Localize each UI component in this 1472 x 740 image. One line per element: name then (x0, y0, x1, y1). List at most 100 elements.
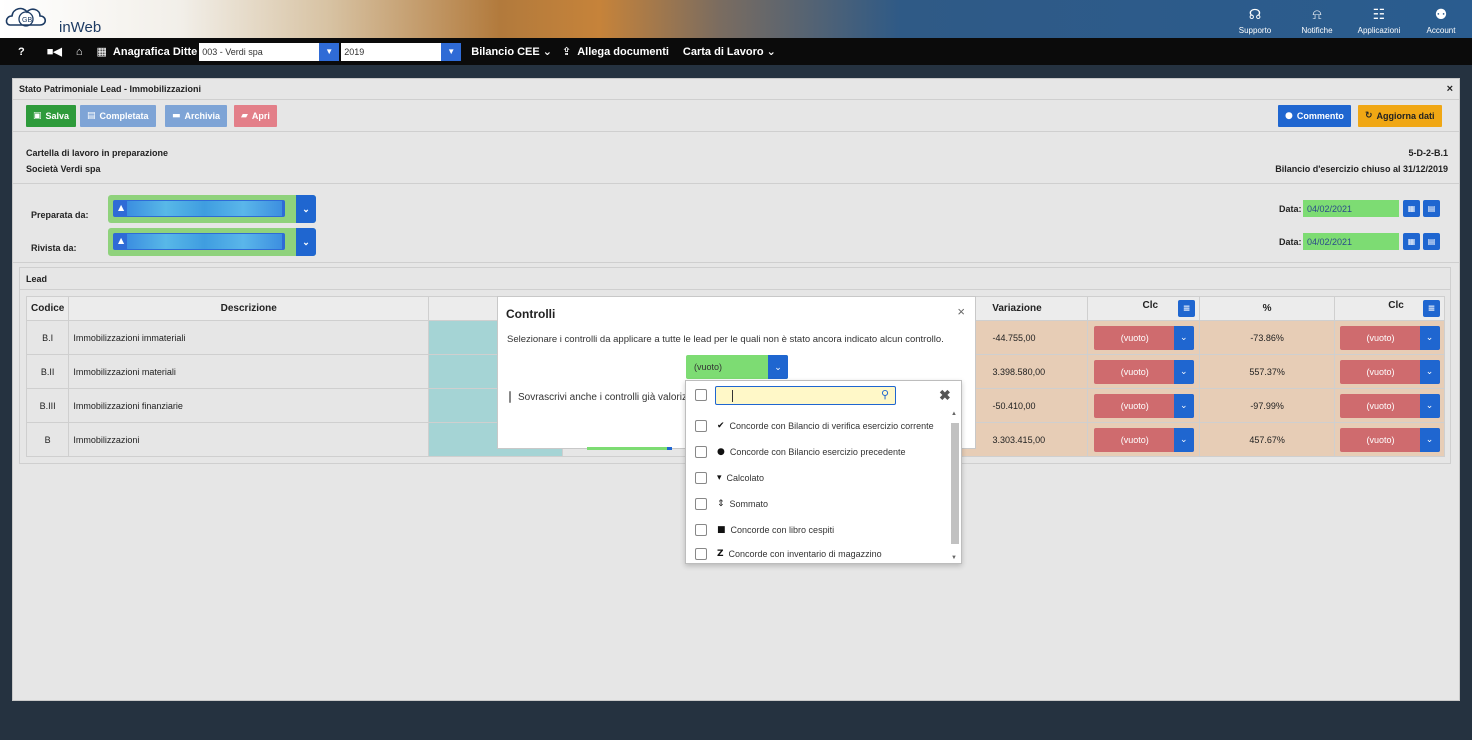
completata-button[interactable]: ▤ Completata (80, 105, 156, 127)
option-checkbox[interactable] (695, 548, 707, 560)
calendar-icon[interactable]: ▦ (1403, 200, 1420, 217)
notifications-button[interactable]: ⍾ Notifiche (1286, 0, 1348, 38)
option-checkbox[interactable] (695, 498, 707, 510)
dropdown-option[interactable]: Z Concorde con inventario di magazzino (686, 543, 948, 565)
scroll-down-icon[interactable]: ▼ (951, 555, 957, 561)
clc2-value: (vuoto) (1366, 400, 1395, 411)
close-icon[interactable]: × (1447, 83, 1453, 95)
dropdown-option[interactable]: ✔ Concorde con Bilancio di verifica eserc… (686, 413, 948, 439)
clc-select[interactable]: (vuoto) ⌄ (1093, 393, 1194, 418)
completata-label: Completata (99, 111, 149, 121)
archivia-button[interactable]: ▬ Archivia (165, 105, 228, 127)
chevron-down-icon[interactable]: ⌄ (1173, 325, 1194, 350)
list-icon[interactable]: ≡ (1178, 300, 1196, 317)
company-select[interactable]: 003 - Verdi spa ▼ (199, 42, 340, 61)
apri-button[interactable]: ▰ Apri (234, 105, 277, 127)
controls-select-value: (vuoto) (694, 362, 723, 372)
clear-icon[interactable]: ✖ (939, 387, 951, 404)
modal-close-icon[interactable]: × (957, 304, 965, 319)
row-code: B.II (25, 354, 70, 389)
chevron-down-icon[interactable]: ⌄ (1419, 393, 1440, 418)
dropdown-option[interactable]: ▾ Calcolato (686, 465, 948, 491)
overwrite-checkbox[interactable] (509, 391, 511, 403)
row-pct: 457.67% (1199, 422, 1335, 457)
background-fragment (667, 447, 672, 450)
chevron-down-icon[interactable]: ⌄ (1173, 393, 1194, 418)
chevron-down-icon[interactable]: ▼ (319, 42, 340, 61)
prepared-select[interactable]: ▲ ⌄ (108, 195, 316, 223)
doc-code: 5-D-2-B.1 (1408, 148, 1448, 158)
dropdown-scrollbar[interactable]: ▲ ▼ (950, 411, 959, 561)
clc-select[interactable]: (vuoto) ⌄ (1093, 427, 1194, 452)
panel-header: Stato Patrimoniale Lead - Immobilizzazio… (13, 79, 1459, 100)
save-label: Salva (45, 111, 70, 121)
chevron-down-icon[interactable]: ⌄ (1419, 325, 1440, 350)
prepared-date-input[interactable]: 04/02/2021 (1303, 200, 1399, 217)
calendar-today-icon[interactable]: ▤ (1423, 200, 1440, 217)
col-clc-label: Clc (1142, 300, 1159, 311)
clc-select[interactable]: (vuoto) ⌄ (1093, 359, 1194, 384)
footer-area (0, 710, 1472, 740)
chevron-down-icon[interactable]: ⌄ (1173, 427, 1194, 452)
clc2-select[interactable]: (vuoto) ⌄ (1339, 359, 1440, 384)
chevron-down-icon[interactable]: ⌄ (1419, 359, 1440, 384)
aggiorna-button[interactable]: ↻ Aggiorna dati (1358, 105, 1442, 127)
overwrite-option[interactable]: Sovrascrivi anche i controlli già valori… (509, 391, 695, 403)
calendar-icon[interactable]: ▦ (1403, 233, 1420, 250)
notifications-label: Notifiche (1301, 26, 1333, 35)
modal-description: Selezionare i controlli da applicare a t… (507, 334, 944, 345)
row-desc: Immobilizzazioni materiali (68, 354, 430, 389)
option-checkbox[interactable] (695, 446, 707, 458)
dropdown-option[interactable]: ■ Concorde con libro cespiti (686, 517, 948, 543)
dropdown-search-input[interactable]: ⚲ (715, 386, 896, 405)
chevron-down-icon[interactable]: ⌄ (768, 355, 788, 379)
scroll-up-icon[interactable]: ▲ (951, 411, 957, 417)
reviewed-date-input[interactable]: 04/02/2021 (1303, 233, 1399, 250)
clc2-select[interactable]: (vuoto) ⌄ (1339, 427, 1440, 452)
list-icon[interactable]: ≡ (1423, 300, 1440, 317)
support-button[interactable]: ☊ Supporto (1224, 0, 1286, 38)
chevron-down-icon[interactable]: ⌄ (1173, 359, 1194, 384)
allega-label: Allega documenti (577, 45, 669, 58)
save-button[interactable]: ▣ Salva (26, 105, 77, 127)
scrollbar-thumb[interactable] (951, 423, 959, 544)
chevron-down-icon[interactable]: ⌄ (1419, 427, 1440, 452)
dropdown-option[interactable]: ● Concorde con Bilancio esercizio precede… (686, 439, 948, 465)
clc2-select[interactable]: (vuoto) ⌄ (1339, 325, 1440, 350)
option-checkbox[interactable] (695, 472, 707, 484)
chevron-down-icon[interactable]: ⌄ (296, 195, 316, 223)
clc-select[interactable]: (vuoto) ⌄ (1093, 325, 1194, 350)
row-clc2-cell: (vuoto) ⌄ (1334, 354, 1445, 389)
help-label: ? (18, 45, 25, 58)
row-clc-cell: (vuoto) ⌄ (1087, 320, 1201, 355)
dropdown-option[interactable]: ⇕ Sommato (686, 491, 948, 517)
chevron-down-icon[interactable]: ▼ (441, 42, 462, 61)
carta-menu[interactable]: Carta di Lavoro ⌄ (683, 45, 776, 58)
account-button[interactable]: ⚉ Account (1410, 0, 1472, 38)
year-select[interactable]: 2019 ▼ (341, 42, 462, 61)
apps-button[interactable]: ☷ Applicazioni (1348, 0, 1410, 38)
allega-menu[interactable]: ⇪ Allega documenti (562, 45, 669, 58)
reviewed-select[interactable]: ▲ ⌄ (108, 228, 316, 256)
option-checkbox[interactable] (695, 524, 707, 536)
option-checkbox[interactable] (695, 420, 707, 432)
apps-label: Applicazioni (1357, 26, 1401, 35)
bilancio-menu[interactable]: Bilancio CEE ⌄ (471, 45, 552, 58)
col-percent: % (1199, 296, 1335, 321)
calendar-today-icon[interactable]: ▤ (1423, 233, 1440, 250)
text-caret (732, 390, 733, 402)
select-all-checkbox[interactable] (695, 389, 707, 401)
col-descrizione: Descrizione (68, 296, 430, 321)
video-icon[interactable]: ■◀ (47, 45, 62, 58)
chevron-down-icon[interactable]: ⌄ (296, 228, 316, 256)
controls-select[interactable]: (vuoto) ⌄ (686, 355, 788, 379)
commento-button[interactable]: ● Commento (1278, 105, 1351, 127)
help-button[interactable]: ? (18, 46, 25, 58)
search-icon[interactable]: ⚲ (881, 388, 889, 401)
reviewed-date-label: Data: (1279, 237, 1302, 247)
clc2-select[interactable]: (vuoto) ⌄ (1339, 393, 1440, 418)
col-clc2-label: Clc (1388, 300, 1404, 311)
option-label: Concorde con libro cespiti (730, 525, 835, 535)
home-icon[interactable]: ⌂ (76, 46, 83, 58)
company-menu[interactable]: ▦ Anagrafica Ditte (97, 45, 198, 58)
